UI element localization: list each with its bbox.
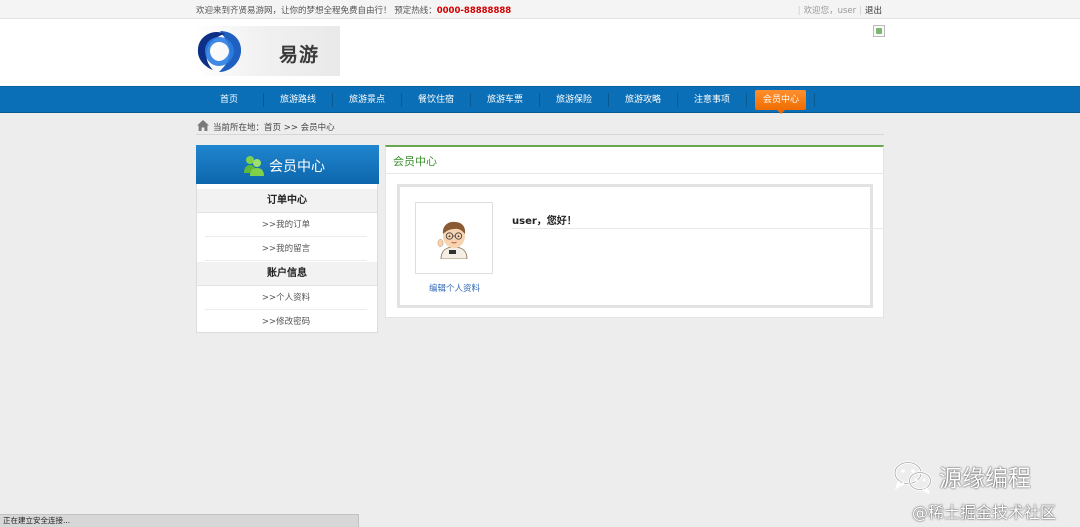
nav-item-insurance[interactable]: 旅游保险 xyxy=(548,90,600,110)
logo-text: 易游 xyxy=(279,44,320,66)
nav-divider xyxy=(401,93,402,107)
welcome-text: 欢迎来到齐贤易游网，让你的梦想全程免费自由行！ 预定热线：0000-888888… xyxy=(196,6,512,16)
nav-item-attractions[interactable]: 旅游景点 xyxy=(341,90,393,110)
watermark-title: 源缘编程 xyxy=(939,466,1031,492)
nav-divider xyxy=(332,93,333,107)
user-greeting[interactable]: 欢迎您，user xyxy=(804,6,857,16)
sidebar-link-my-messages[interactable]: >>我的留言 xyxy=(205,237,367,261)
nav-divider xyxy=(608,93,609,107)
member-center-panel: 会员中心 编辑个人资料 user，您好！ xyxy=(385,145,884,318)
nav-divider xyxy=(746,93,747,107)
panel-divider xyxy=(386,173,883,174)
sidebar-header: 会员中心 xyxy=(196,145,379,184)
sidebar-link-my-orders[interactable]: >>我的订单 xyxy=(205,213,367,237)
logout-link[interactable]: 退出 xyxy=(865,6,882,16)
nav-divider xyxy=(539,93,540,107)
nav-item-routes[interactable]: 旅游路线 xyxy=(272,90,324,110)
broken-image-icon xyxy=(873,25,885,37)
browser-status-bar: 正在建立安全连接... xyxy=(0,514,359,527)
sidebar-link-profile[interactable]: >>个人资料 xyxy=(205,286,367,310)
user-links: | 欢迎您，user | 退出 xyxy=(797,6,882,16)
nav-divider xyxy=(814,93,815,107)
breadcrumb: 当前所在地：首页 >> 会员中心 xyxy=(196,119,884,135)
avatar xyxy=(437,221,468,259)
breadcrumb-text: 当前所在地：首页 >> 会员中心 xyxy=(213,123,335,133)
greeting-divider xyxy=(512,228,884,229)
nav-item-dining[interactable]: 餐饮住宿 xyxy=(410,90,462,110)
members-icon xyxy=(244,156,264,176)
logo-mark-icon xyxy=(197,31,242,72)
nav-item-guides[interactable]: 旅游攻略 xyxy=(617,90,669,110)
nav-item-member-center[interactable]: 会员中心 xyxy=(755,90,806,114)
hotline-number: 0000-88888888 xyxy=(436,6,512,16)
member-sidebar: 会员中心 订单中心 >>我的订单 >>我的留言 账户信息 >>个人资料 >>修改… xyxy=(196,145,379,334)
sidebar-group-account: 账户信息 xyxy=(197,262,377,286)
nav-divider xyxy=(677,93,678,107)
sidebar-title: 会员中心 xyxy=(269,159,325,175)
user-greeting-heading: user，您好！ xyxy=(512,216,577,227)
top-bar-content: 欢迎来到齐贤易游网，让你的梦想全程免费自由行！ 预定热线：0000-888888… xyxy=(196,4,884,16)
main-nav: 首页 旅游路线 旅游景点 餐饮住宿 旅游车票 旅游保险 旅游攻略 注意事项 会员… xyxy=(0,86,1080,114)
nav-divider xyxy=(470,93,471,107)
watermark-brand: 源缘编程 xyxy=(893,458,1077,498)
wechat-icon xyxy=(893,461,932,494)
panel-title: 会员中心 xyxy=(393,155,437,168)
site-header: 易游 xyxy=(0,19,1080,86)
nav-item-home[interactable]: 首页 xyxy=(213,90,245,110)
nav-item-notices[interactable]: 注意事项 xyxy=(686,90,738,110)
sidebar-group-orders: 订单中心 xyxy=(197,189,377,213)
nav-divider xyxy=(263,93,264,107)
nav-item-tickets[interactable]: 旅游车票 xyxy=(479,90,531,110)
sidebar-link-change-password[interactable]: >>修改密码 xyxy=(205,310,367,334)
edit-profile-link[interactable]: 编辑个人资料 xyxy=(429,282,480,294)
watermark-subtitle: @稀土掘金技术社区 xyxy=(912,503,1057,522)
avatar-frame xyxy=(415,202,493,274)
profile-card: 编辑个人资料 user，您好！ xyxy=(397,184,884,308)
home-icon xyxy=(197,120,209,131)
site-logo[interactable]: 易游 xyxy=(195,26,340,76)
